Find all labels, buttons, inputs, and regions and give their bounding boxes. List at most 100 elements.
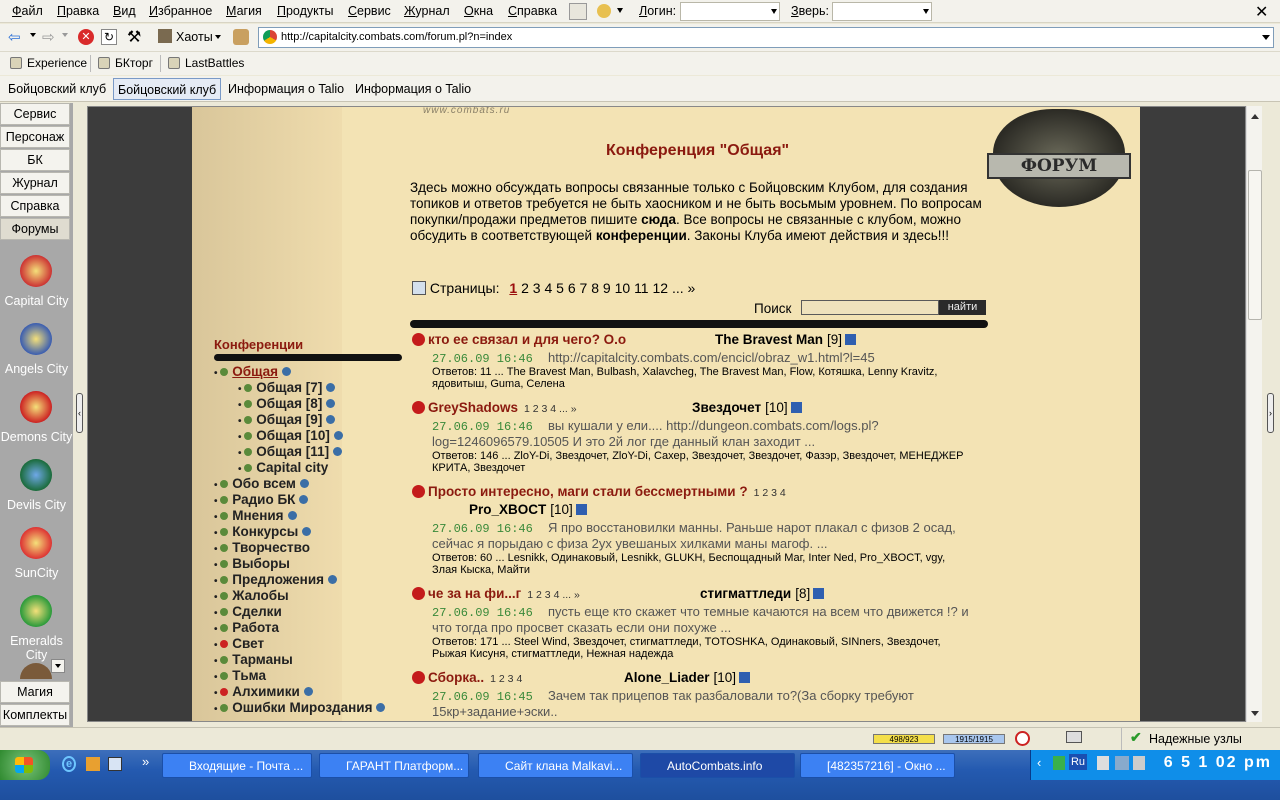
beast-select[interactable] bbox=[832, 2, 932, 21]
devils-city-emblem-icon[interactable] bbox=[20, 459, 52, 491]
close-icon[interactable]: ✕ bbox=[1255, 2, 1268, 22]
conference-item[interactable]: • Общая [10] bbox=[238, 428, 343, 443]
tray-app-icon[interactable] bbox=[1097, 756, 1109, 770]
page-link[interactable]: 7 bbox=[580, 280, 588, 296]
tab-fight-club-1[interactable]: Бойцовский клуб bbox=[4, 78, 110, 100]
menu-help[interactable]: Справка bbox=[508, 4, 557, 18]
topic-pages[interactable]: 1 2 3 4 ... » bbox=[524, 403, 577, 415]
chaos-button[interactable]: Хаоты bbox=[176, 30, 213, 44]
sidebar-magic-button[interactable]: Магия bbox=[0, 681, 70, 703]
conference-item[interactable]: • Мнения bbox=[214, 508, 297, 523]
vertical-scrollbar[interactable] bbox=[1246, 106, 1262, 722]
menu-favorites[interactable]: Избранное bbox=[149, 4, 212, 18]
smile-icon[interactable] bbox=[597, 4, 611, 18]
scroll-up-icon[interactable] bbox=[1251, 114, 1259, 119]
conference-item[interactable]: • Общая [7] bbox=[238, 380, 336, 395]
menu-file[interactable]: Файл bbox=[12, 4, 43, 18]
city-capital[interactable]: Capital City bbox=[0, 294, 73, 308]
topic-author[interactable]: Alone_Liader [10] bbox=[624, 670, 751, 685]
info-icon[interactable] bbox=[575, 504, 587, 515]
page-link[interactable]: 11 bbox=[634, 280, 649, 296]
info-icon[interactable] bbox=[790, 402, 802, 413]
page-link[interactable]: 2 bbox=[521, 280, 529, 296]
tab-talio-info-2[interactable]: Информация о Talio bbox=[351, 78, 475, 100]
page-link-next[interactable]: » bbox=[688, 280, 696, 296]
topic-author[interactable]: Pro_XBOCT [10] bbox=[469, 502, 587, 517]
right-splitter[interactable]: › bbox=[1262, 103, 1280, 727]
ie-icon[interactable]: e bbox=[62, 756, 76, 772]
city-sun[interactable]: SunCity bbox=[0, 566, 73, 580]
home-icon[interactable] bbox=[569, 3, 587, 20]
search-input[interactable] bbox=[801, 300, 939, 315]
topic-title[interactable]: кто ее связал и для чего? О.о bbox=[412, 332, 626, 347]
task-autocombats[interactable]: AutoCombats.info bbox=[640, 753, 795, 778]
forward-icon[interactable]: ⇨ bbox=[42, 28, 55, 46]
back-icon[interactable]: ⇦ bbox=[8, 28, 21, 46]
page-link[interactable]: 9 bbox=[603, 280, 611, 296]
topic-pages[interactable]: 1 2 3 4 ... » bbox=[527, 589, 580, 601]
chevron-down-icon[interactable] bbox=[62, 33, 68, 37]
menu-view[interactable]: Вид bbox=[113, 4, 136, 18]
angels-city-emblem-icon[interactable] bbox=[20, 323, 52, 355]
menu-journal[interactable]: Журнал bbox=[404, 4, 450, 18]
sidebar-scroll-down-button[interactable] bbox=[51, 659, 65, 673]
start-button[interactable] bbox=[0, 750, 50, 780]
emeralds-city-emblem-icon[interactable] bbox=[20, 595, 52, 627]
chevron-down-icon[interactable] bbox=[1262, 35, 1270, 40]
conference-item[interactable]: • Ошибки Мироздания bbox=[214, 700, 386, 715]
intro-link-here[interactable]: сюда bbox=[641, 212, 676, 227]
volume-icon[interactable] bbox=[1133, 756, 1145, 770]
sidebar-splitter[interactable]: ‹ bbox=[73, 103, 87, 727]
address-bar[interactable]: http://capitalcity.combats.com/forum.pl?… bbox=[258, 27, 1274, 48]
conference-item[interactable]: • Конкурсы bbox=[214, 524, 312, 539]
page-link[interactable]: 5 bbox=[556, 280, 564, 296]
refresh-icon[interactable]: ↻ bbox=[101, 29, 117, 45]
conference-item[interactable]: • Общая [8] bbox=[238, 396, 336, 411]
menu-windows[interactable]: Окна bbox=[464, 4, 493, 18]
menu-service[interactable]: Сервис bbox=[348, 4, 391, 18]
conference-item[interactable]: • Обо всем bbox=[214, 476, 309, 491]
conference-item[interactable]: • Алхимики bbox=[214, 684, 313, 699]
task-window[interactable]: [482357216] - Окно ... bbox=[800, 753, 955, 778]
page-link[interactable]: 6 bbox=[568, 280, 576, 296]
chevron-down-icon[interactable] bbox=[617, 8, 623, 13]
quicklaunch-more-icon[interactable]: » bbox=[142, 754, 149, 769]
stop-icon[interactable]: ✕ bbox=[78, 29, 94, 45]
info-icon[interactable] bbox=[739, 672, 751, 683]
capital-city-emblem-icon[interactable] bbox=[20, 255, 52, 287]
menu-edit[interactable]: Правка bbox=[57, 4, 99, 18]
task-garant[interactable]: ГАРАНТ Платформ... bbox=[319, 753, 469, 778]
tab-talio-info-1[interactable]: Информация о Talio bbox=[224, 78, 348, 100]
sidebar-sets-button[interactable]: Комплекты bbox=[0, 704, 70, 726]
conference-item[interactable]: • Общая [9] bbox=[238, 412, 336, 427]
topic-pages[interactable]: 1 2 3 4 bbox=[754, 487, 786, 499]
city-devils[interactable]: Devils City bbox=[0, 498, 73, 512]
topic-title[interactable]: Сборка.. 1 2 3 4 bbox=[412, 670, 522, 685]
conference-item[interactable]: • Capital city bbox=[238, 460, 328, 475]
chevron-down-icon[interactable] bbox=[30, 33, 36, 37]
conference-item[interactable]: • Сделки bbox=[214, 604, 282, 619]
topic-pages[interactable]: 1 2 3 4 bbox=[490, 673, 522, 685]
language-indicator[interactable]: Ru bbox=[1069, 754, 1087, 770]
conference-item[interactable]: • Творчество bbox=[214, 540, 310, 555]
demons-city-emblem-icon[interactable] bbox=[20, 391, 52, 423]
page-link[interactable]: 4 bbox=[544, 280, 552, 296]
conference-item[interactable]: • Тьма bbox=[214, 668, 266, 683]
bookmark-bktorg[interactable]: БКторг bbox=[115, 56, 153, 70]
media-icon[interactable] bbox=[86, 757, 100, 771]
login-select[interactable] bbox=[680, 2, 780, 21]
network-tray-icon[interactable] bbox=[1115, 756, 1129, 770]
menu-products[interactable]: Продукты bbox=[277, 4, 333, 18]
topic-title[interactable]: GreyShadows 1 2 3 4 ... » bbox=[412, 400, 577, 415]
page-link[interactable]: 3 bbox=[533, 280, 541, 296]
chevron-right-icon[interactable]: › bbox=[1267, 393, 1274, 433]
topic-author[interactable]: Звездочет [10] bbox=[692, 400, 802, 415]
city-angels[interactable]: Angels City bbox=[0, 362, 73, 376]
bookmark-experience[interactable]: Experience bbox=[27, 56, 87, 70]
sidebar-bk-button[interactable]: БК bbox=[0, 149, 70, 171]
tray-expand-icon[interactable]: ‹ bbox=[1037, 755, 1041, 770]
intro-link-conference[interactable]: конференции bbox=[596, 228, 687, 243]
search-button[interactable]: найти bbox=[939, 300, 986, 315]
tray-app-icon[interactable] bbox=[1053, 756, 1065, 770]
topic-author[interactable]: The Bravest Man [9] bbox=[715, 332, 857, 347]
